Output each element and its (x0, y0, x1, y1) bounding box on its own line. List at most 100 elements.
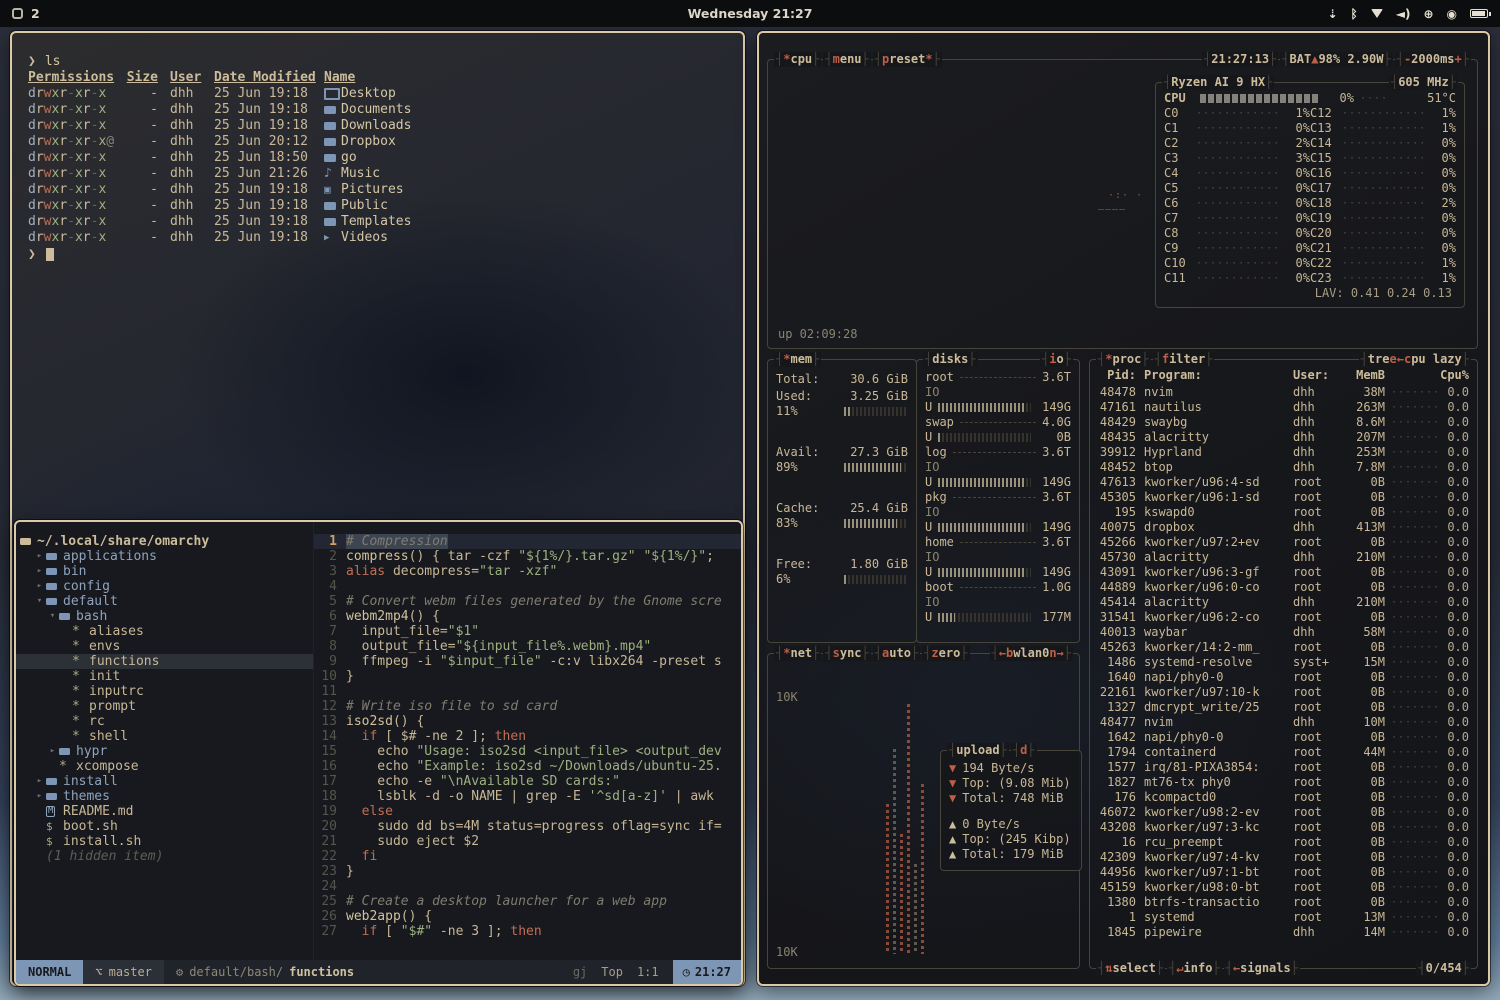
tree-item-xcompose[interactable]: xcompose (16, 759, 313, 774)
editor-window[interactable]: ~/.local/share/omarchy▸applications▸bin▸… (14, 520, 743, 986)
code-line-27[interactable]: 27 if [ "$#" -ne 3 ]; then (314, 924, 741, 939)
code-line-23[interactable]: 23} (314, 864, 741, 879)
process-row[interactable]: 1577irq/81-PIXA3854:root0B·······0.0 (1098, 760, 1469, 775)
tree-item-init[interactable]: init (16, 669, 313, 684)
tree-item-config[interactable]: ▸config (16, 579, 313, 594)
btop-label[interactable]: ┤← signals├ (1224, 961, 1300, 976)
code-line-22[interactable]: 22 fi (314, 849, 741, 864)
code-line-11[interactable]: 11 (314, 684, 741, 699)
code-line-14[interactable]: 14 if [ $# -ne 2 ]; then (314, 729, 741, 744)
code-line-3[interactable]: 3alias decompress="tar -xzf" (314, 564, 741, 579)
btop-label[interactable]: ┤*mem├ (774, 352, 821, 367)
code-line-16[interactable]: 16 echo "Example: iso2sd ~/Downloads/ubu… (314, 759, 741, 774)
process-row[interactable]: 45159kworker/u98:0-btroot0B·······0.0 (1098, 880, 1469, 895)
code-line-8[interactable]: 8 output_file="${input_file%.webm}.mp4" (314, 639, 741, 654)
network-icon[interactable]: ⊕ (1423, 8, 1433, 20)
tree-item-functions[interactable]: functions (16, 654, 313, 669)
code-line-19[interactable]: 19 else (314, 804, 741, 819)
process-row[interactable]: 48435alacrittydhh207M·······0.0 (1098, 430, 1469, 445)
process-row[interactable]: 45263kworker/14:2-mm_root0B·······0.0 (1098, 640, 1469, 655)
process-row[interactable]: 1systemdroot13M·······0.0 (1098, 910, 1469, 925)
process-row[interactable]: 40075dropboxdhh413M·······0.0 (1098, 520, 1469, 535)
code-line-25[interactable]: 25# Create a desktop launcher for a web … (314, 894, 741, 909)
code-line-4[interactable]: 4 (314, 579, 741, 594)
process-row[interactable]: 43208kworker/u97:3-kcroot0B·······0.0 (1098, 820, 1469, 835)
btop-window[interactable]: ┤*cpu├┤menu├┤preset *├ ┤21:27:13├┤BAT▲ 9… (757, 31, 1490, 986)
process-row[interactable]: 195kswapd0root0B·······0.0 (1098, 505, 1469, 520)
tree-item-themes[interactable]: ▸themes (16, 789, 313, 804)
code-line-7[interactable]: 7 input_file="$1" (314, 624, 741, 639)
btop-label[interactable]: ┤←b wlan0 n→├ (990, 646, 1074, 661)
tree-item-default[interactable]: ▾default (16, 594, 313, 609)
btop-label[interactable]: ┤*cpu├ (774, 52, 821, 67)
tree-item-boot-sh[interactable]: boot.sh (16, 819, 313, 834)
workspace-indicator[interactable]: 2 (12, 6, 40, 21)
battery-icon[interactable] (1470, 9, 1488, 18)
tree-item-install-sh[interactable]: install.sh (16, 834, 313, 849)
process-row[interactable]: 45305kworker/u96:1-sdroot0B·······0.0 (1098, 490, 1469, 505)
tree-item-install[interactable]: ▸install (16, 774, 313, 789)
code-line-1[interactable]: 1# Compression (314, 534, 741, 549)
code-line-24[interactable]: 24 (314, 879, 741, 894)
clock[interactable]: Wednesday 21:27 (688, 6, 813, 21)
tree-item-aliases[interactable]: aliases (16, 624, 313, 639)
btop-label[interactable]: ┤zero├ (922, 646, 969, 661)
user-icon[interactable]: ◉ (1447, 8, 1457, 20)
code-line-2[interactable]: 2compress() { tar -czf "${1%/}.tar.gz" "… (314, 549, 741, 564)
code-line-18[interactable]: 18 lsblk -d -o NAME | grep -E '^sd[a-z]'… (314, 789, 741, 804)
process-row[interactable]: 45266kworker/u97:2+evroot0B·······0.0 (1098, 535, 1469, 550)
process-row[interactable]: 47613kworker/u96:4-sdroot0B·······0.0 (1098, 475, 1469, 490)
btop-label[interactable]: ┤io├ (1040, 352, 1073, 367)
process-row[interactable]: 45414alacrittydhh210M·······0.0 (1098, 595, 1469, 610)
process-row[interactable]: 1845pipewiredhh14M·······0.0 (1098, 925, 1469, 940)
bluetooth-icon[interactable]: ᛒ (1351, 8, 1358, 20)
btop-label[interactable]: ┤sync├ (823, 646, 870, 661)
wifi-icon[interactable] (1371, 9, 1383, 18)
process-row[interactable]: 42309kworker/u97:4-kvroot0B·······0.0 (1098, 850, 1469, 865)
btop-label[interactable]: ┤BAT▲ 98% 2.90W├ (1280, 52, 1392, 67)
code-line-21[interactable]: 21 sudo eject $2 (314, 834, 741, 849)
process-row[interactable]: 43091kworker/u96:3-gfroot0B·······0.0 (1098, 565, 1469, 580)
tree-item--local-share-omarchy[interactable]: ~/.local/share/omarchy (16, 534, 313, 549)
btop-label[interactable]: ┤preset *├ (873, 52, 942, 67)
btop-label[interactable]: ┤- 2000ms +├ (1395, 52, 1471, 67)
workspace-number[interactable]: 2 (31, 6, 40, 21)
prompt-line-empty[interactable]: ❯ (28, 246, 727, 263)
process-row[interactable]: 16rcu_preemptroot0B·······0.0 (1098, 835, 1469, 850)
process-row[interactable]: 48429swaybgdhh8.6M·······0.0 (1098, 415, 1469, 430)
download-icon[interactable]: ⇣ (1327, 8, 1337, 20)
process-row[interactable]: 39912Hyprlanddhh253M·······0.0 (1098, 445, 1469, 460)
process-row[interactable]: 45730alacrittydhh210M·······0.0 (1098, 550, 1469, 565)
code-line-10[interactable]: 10} (314, 669, 741, 684)
process-row[interactable]: 1640napi/phy0-0root0B·······0.0 (1098, 670, 1469, 685)
code-line-6[interactable]: 6webm2mp4() { (314, 609, 741, 624)
process-row[interactable]: 1380btrfs-transactioroot0B·······0.0 (1098, 895, 1469, 910)
process-row[interactable]: 176kcompactd0root0B·······0.0 (1098, 790, 1469, 805)
process-row[interactable]: 48478nvimdhh38M·······0.0 (1098, 385, 1469, 400)
tree-item-envs[interactable]: envs (16, 639, 313, 654)
code-buffer[interactable]: 1# Compression2compress() { tar -czf "${… (314, 522, 741, 960)
process-row[interactable]: 44956kworker/u97:1-btroot0B·······0.0 (1098, 865, 1469, 880)
tree-item-applications[interactable]: ▸applications (16, 549, 313, 564)
tree-item-prompt[interactable]: prompt (16, 699, 313, 714)
tree-item-inputrc[interactable]: inputrc (16, 684, 313, 699)
code-line-17[interactable]: 17 echo -e "\nAvailable SD cards:" (314, 774, 741, 789)
volume-icon[interactable]: ◄) (1396, 8, 1411, 20)
process-row[interactable]: 1794containerdroot44M·······0.0 (1098, 745, 1469, 760)
btop-label[interactable]: ┤↵ info├ (1167, 961, 1222, 976)
btop-label[interactable]: ┤menu├ (823, 52, 870, 67)
code-line-26[interactable]: 26web2app() { (314, 909, 741, 924)
process-row[interactable]: 46072kworker/u98:2-evroot0B·······0.0 (1098, 805, 1469, 820)
code-line-12[interactable]: 12# Write iso file to sd card (314, 699, 741, 714)
process-row[interactable]: 31541kworker/u96:2-coroot0B·······0.0 (1098, 610, 1469, 625)
btop-label[interactable]: ┤⇅ select├ (1096, 961, 1165, 976)
process-row[interactable]: 40013waybardhh58M·······0.0 (1098, 625, 1469, 640)
btop-label[interactable]: ┤21:27:13├ (1202, 52, 1278, 67)
code-line-13[interactable]: 13iso2sd() { (314, 714, 741, 729)
process-row[interactable]: 1486systemd-resolvesyst+15M·······0.0 (1098, 655, 1469, 670)
process-row[interactable]: 47161nautilusdhh263M·······0.0 (1098, 400, 1469, 415)
code-line-5[interactable]: 5# Convert webm files generated by the G… (314, 594, 741, 609)
tree-item-rc[interactable]: rc (16, 714, 313, 729)
tree-item-hypr[interactable]: ▸hypr (16, 744, 313, 759)
process-row[interactable]: 1642napi/phy0-0root0B·······0.0 (1098, 730, 1469, 745)
